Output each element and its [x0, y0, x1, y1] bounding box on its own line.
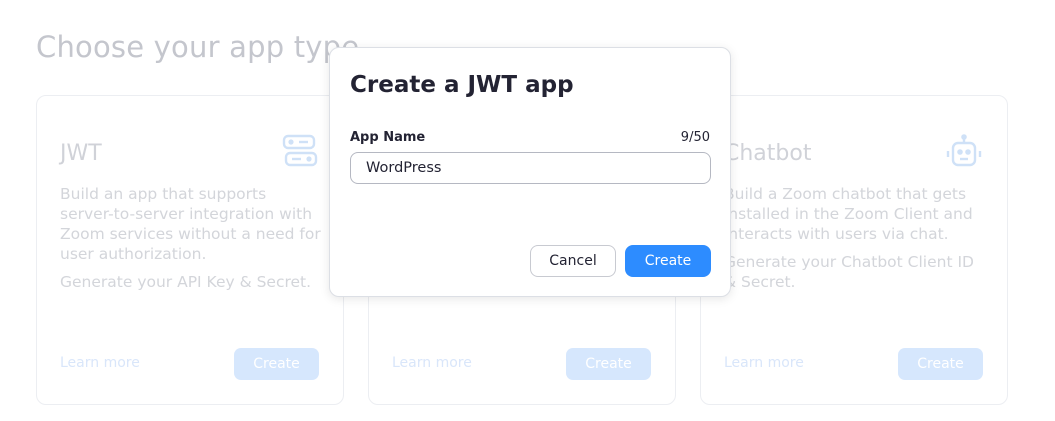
- create-button[interactable]: Create: [625, 245, 711, 277]
- card-description-subtext: Generate your API Key & Secret.: [60, 273, 312, 291]
- app-type-card-jwt[interactable]: JWT Build an app that supports server-to…: [36, 95, 344, 405]
- create-jwt-app-modal: Create a JWT app App Name 9/50 Cancel Cr…: [329, 47, 731, 297]
- server-icon: [281, 134, 319, 168]
- page: Choose your app type JWT Build an app th…: [0, 0, 1055, 421]
- card-description-text: Build an app that supports server-to-ser…: [60, 185, 321, 263]
- app-name-input[interactable]: [350, 152, 711, 184]
- card-title: JWT: [60, 141, 102, 166]
- learn-more-link[interactable]: Learn more: [392, 355, 472, 371]
- card-description-subtext: Generate your Chatbot Client ID & Secret…: [724, 253, 974, 291]
- app-type-card-chatbot[interactable]: Chatbot Build a Zoom chatbot that gets i…: [700, 95, 1008, 405]
- modal-title: Create a JWT app: [350, 72, 574, 98]
- card-description: Build a Zoom chatbot that gets installed…: [724, 184, 988, 300]
- robot-icon: [945, 134, 983, 168]
- learn-more-link[interactable]: Learn more: [724, 355, 804, 371]
- card-create-button[interactable]: Create: [898, 348, 983, 380]
- page-title: Choose your app type: [36, 30, 360, 64]
- card-description: Build an app that supports server-to-ser…: [60, 184, 324, 300]
- card-create-button[interactable]: Create: [566, 348, 651, 380]
- app-name-label: App Name: [350, 130, 426, 145]
- learn-more-link[interactable]: Learn more: [60, 355, 140, 371]
- card-create-button[interactable]: Create: [234, 348, 319, 380]
- card-description-text: Build a Zoom chatbot that gets installed…: [724, 185, 973, 243]
- cancel-button[interactable]: Cancel: [530, 245, 616, 277]
- character-count: 9/50: [680, 130, 710, 145]
- card-title: Chatbot: [724, 141, 812, 166]
